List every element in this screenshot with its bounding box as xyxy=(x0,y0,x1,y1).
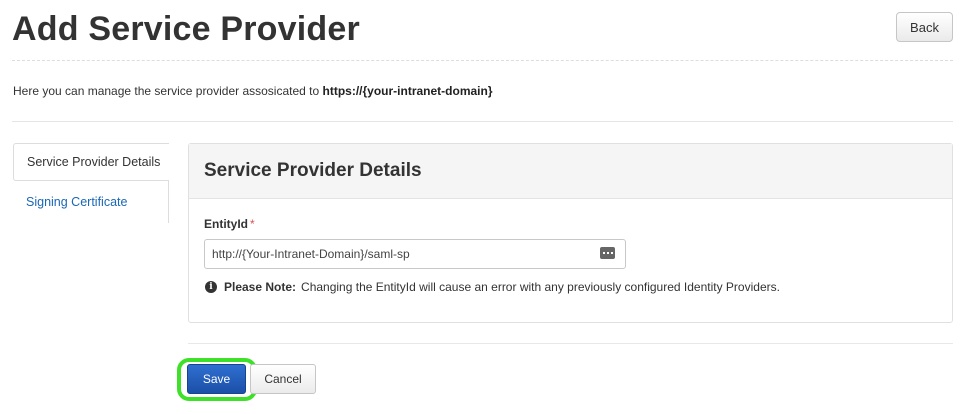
info-icon: i xyxy=(205,281,217,293)
tabs-divider xyxy=(168,181,169,223)
required-marker: * xyxy=(250,217,255,231)
footer-divider xyxy=(188,343,953,344)
tab-service-provider-details[interactable]: Service Provider Details xyxy=(13,143,169,181)
autofill-dots-icon[interactable] xyxy=(600,247,615,259)
intro-text: Here you can manage the service provider… xyxy=(13,84,493,98)
intro-divider xyxy=(12,121,953,122)
page-title: Add Service Provider xyxy=(12,10,360,48)
title-divider xyxy=(12,60,953,61)
note-label: Please Note: xyxy=(224,280,297,294)
back-button[interactable]: Back xyxy=(896,12,953,42)
entity-id-note: i Please Note: Changing the EntityId wil… xyxy=(205,280,780,294)
panel-title: Service Provider Details xyxy=(189,144,952,199)
intro-domain: https://{your-intranet-domain} xyxy=(322,84,493,98)
vertical-tabs: Service Provider Details Signing Certifi… xyxy=(13,143,169,221)
save-button[interactable]: Save xyxy=(187,364,246,394)
entity-id-input[interactable] xyxy=(205,240,625,268)
tab-signing-certificate[interactable]: Signing Certificate xyxy=(13,183,169,221)
entity-id-label-text: EntityId xyxy=(204,217,248,231)
note-text: Changing the EntityId will cause an erro… xyxy=(301,280,780,294)
entity-id-field xyxy=(204,239,626,269)
intro-label: Here you can manage the service provider… xyxy=(13,84,323,98)
service-provider-panel: Service Provider Details EntityId* i Ple… xyxy=(188,143,953,323)
cancel-button[interactable]: Cancel xyxy=(250,364,316,394)
entity-id-label: EntityId * xyxy=(204,217,255,231)
page: Add Service Provider Back Here you can m… xyxy=(0,0,974,414)
